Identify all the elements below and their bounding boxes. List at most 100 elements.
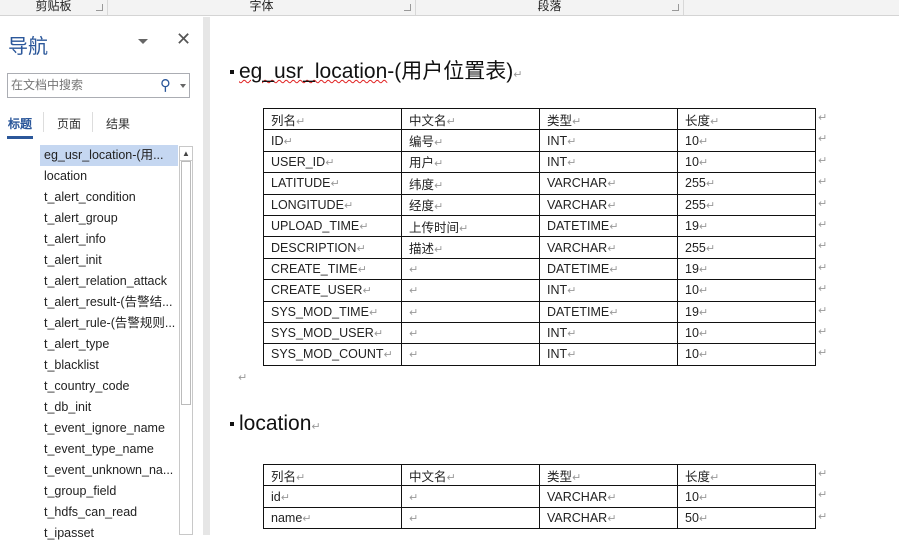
dialog-launcher-icon[interactable] <box>96 4 103 11</box>
nav-heading-item[interactable]: location <box>40 166 178 187</box>
cell-mark: ↵ <box>368 306 379 319</box>
table-cell[interactable]: LONGITUDE↵ <box>263 193 402 216</box>
table-cell[interactable]: VARCHAR↵ <box>539 193 678 216</box>
table-cell[interactable]: 19↵ <box>677 257 816 281</box>
nav-heading-item[interactable]: t_country_code <box>40 376 178 397</box>
table-cell[interactable]: id↵ <box>263 485 402 508</box>
cell-mark: ↵ <box>446 115 456 128</box>
pane-divider[interactable] <box>203 17 210 535</box>
table-cell[interactable]: 50↵ <box>677 506 816 530</box>
table-cell[interactable]: 19↵ <box>677 300 816 323</box>
table-cell[interactable]: DATETIME↵ <box>539 214 678 238</box>
table-cell[interactable]: CREATE_USER↵ <box>263 279 402 302</box>
table-cell[interactable]: VARCHAR↵ <box>539 236 678 259</box>
search-dropdown-icon[interactable] <box>180 84 186 88</box>
table-cell[interactable]: INT↵ <box>539 343 678 366</box>
table-cell[interactable]: 10↵ <box>677 279 816 302</box>
table-cell[interactable]: DESCRIPTION↵ <box>263 236 402 259</box>
table-cell[interactable]: 长度↵ <box>677 107 816 131</box>
table-cell[interactable]: 10↵ <box>677 150 816 174</box>
table-cell[interactable]: SYS_MOD_COUNT↵ <box>263 343 402 366</box>
scroll-thumb[interactable] <box>181 161 191 405</box>
table-cell[interactable]: ID↵ <box>263 129 402 152</box>
table-cell[interactable]: 中文名↵ <box>401 463 540 487</box>
nav-heading-item[interactable]: t_alert_type <box>40 334 178 355</box>
table-cell[interactable]: 类型↵ <box>539 463 678 487</box>
table-cell[interactable]: 长度↵ <box>677 463 816 487</box>
nav-heading-item[interactable]: t_blacklist <box>40 355 178 376</box>
nav-heading-item[interactable]: eg_usr_location-(用... <box>40 145 178 166</box>
table-cell[interactable]: INT↵ <box>539 150 678 174</box>
table-cell[interactable]: 上传时间↵ <box>401 214 540 238</box>
nav-heading-item[interactable]: t_alert_info <box>40 229 178 250</box>
nav-heading-item[interactable]: t_event_unknown_na... <box>40 460 178 481</box>
table-cell[interactable]: UPLOAD_TIME↵ <box>263 214 402 238</box>
dialog-launcher-icon[interactable] <box>672 4 679 11</box>
scroll-up-arrow-icon[interactable]: ▲ <box>180 147 192 161</box>
table-cell[interactable]: 描述↵ <box>401 236 540 259</box>
table-cell[interactable]: 列名↵ <box>263 463 402 487</box>
cell-text: ID <box>271 133 284 148</box>
table-cell[interactable]: 10↵ <box>677 129 816 152</box>
nav-heading-item[interactable]: t_event_type_name <box>40 439 178 460</box>
table-cell[interactable]: ↵ <box>401 506 540 530</box>
dialog-launcher-icon[interactable] <box>404 4 411 11</box>
table-cell[interactable]: ↵ <box>401 485 540 508</box>
table-cell[interactable]: DATETIME↵ <box>539 300 678 323</box>
table-cell[interactable]: 10↵ <box>677 343 816 366</box>
table-cell[interactable]: 10↵ <box>677 485 816 508</box>
table-cell[interactable]: 列名↵ <box>263 107 402 131</box>
table-cell[interactable]: 用户↵ <box>401 150 540 174</box>
nav-heading-item[interactable]: t_ipasset <box>40 523 178 544</box>
nav-heading-item[interactable]: t_alert_group <box>40 208 178 229</box>
table-cell[interactable]: 19↵ <box>677 214 816 238</box>
table-cell[interactable]: 纬度↵ <box>401 172 540 195</box>
tab-results[interactable]: 结果 <box>106 115 130 132</box>
pane-options-chevron-icon[interactable] <box>138 39 148 44</box>
table-cell[interactable]: LATITUDE↵ <box>263 172 402 195</box>
table-cell[interactable]: ↵ <box>401 279 540 302</box>
table-cell[interactable]: 255↵ <box>677 193 816 216</box>
tab-headings[interactable]: 标题 <box>8 115 32 132</box>
table-cell[interactable]: CREATE_TIME↵ <box>263 257 402 281</box>
search-input[interactable] <box>8 74 153 96</box>
heading-bullet-icon <box>230 70 234 75</box>
table-cell[interactable]: ↵ <box>401 257 540 281</box>
table-cell[interactable]: DATETIME↵ <box>539 257 678 281</box>
table-cell[interactable]: SYS_MOD_USER↵ <box>263 321 402 345</box>
table-cell[interactable]: ↵ <box>401 343 540 366</box>
table-cell[interactable]: 经度↵ <box>401 193 540 216</box>
table-cell[interactable]: 编号↵ <box>401 129 540 152</box>
close-icon[interactable]: ✕ <box>176 29 191 50</box>
table-cell[interactable]: VARCHAR↵ <box>539 506 678 530</box>
nav-heading-item[interactable]: t_alert_init <box>40 250 178 271</box>
nav-heading-item[interactable]: t_event_ignore_name <box>40 418 178 439</box>
table-cell[interactable]: INT↵ <box>539 321 678 345</box>
nav-scrollbar[interactable]: ▲ <box>179 146 193 535</box>
search-icon[interactable]: ⚲ <box>160 76 171 94</box>
table-row: CREATE_USER↵ ↵ INT↵ 10↵ <box>263 279 816 302</box>
table-cell[interactable]: INT↵ <box>539 129 678 152</box>
table-cell[interactable]: 10↵ <box>677 321 816 345</box>
table-cell[interactable]: VARCHAR↵ <box>539 172 678 195</box>
nav-heading-item[interactable]: t_alert_relation_attack <box>40 271 178 292</box>
nav-heading-item[interactable]: t_alert_condition <box>40 187 178 208</box>
table-cell[interactable]: 255↵ <box>677 236 816 259</box>
table-cell[interactable]: name↵ <box>263 506 402 530</box>
table-cell[interactable]: USER_ID↵ <box>263 150 402 174</box>
table-cell[interactable]: SYS_MOD_TIME↵ <box>263 300 402 323</box>
table-cell[interactable]: 255↵ <box>677 172 816 195</box>
nav-heading-item[interactable]: t_hdfs_can_read <box>40 502 178 523</box>
table-cell[interactable]: VARCHAR↵ <box>539 485 678 508</box>
table-cell[interactable]: 中文名↵ <box>401 107 540 131</box>
tab-pages[interactable]: 页面 <box>57 115 81 132</box>
table-cell[interactable]: ↵ <box>401 321 540 345</box>
nav-heading-item[interactable]: t_group_field <box>40 481 178 502</box>
nav-heading-item[interactable]: t_db_init <box>40 397 178 418</box>
table-cell[interactable]: ↵ <box>401 300 540 323</box>
nav-heading-item[interactable]: t_alert_rule-(告警规则... <box>40 313 178 334</box>
cell-text: 经度 <box>409 199 435 214</box>
table-cell[interactable]: INT↵ <box>539 279 678 302</box>
nav-heading-item[interactable]: t_alert_result-(告警结... <box>40 292 178 313</box>
table-cell[interactable]: 类型↵ <box>539 107 678 131</box>
